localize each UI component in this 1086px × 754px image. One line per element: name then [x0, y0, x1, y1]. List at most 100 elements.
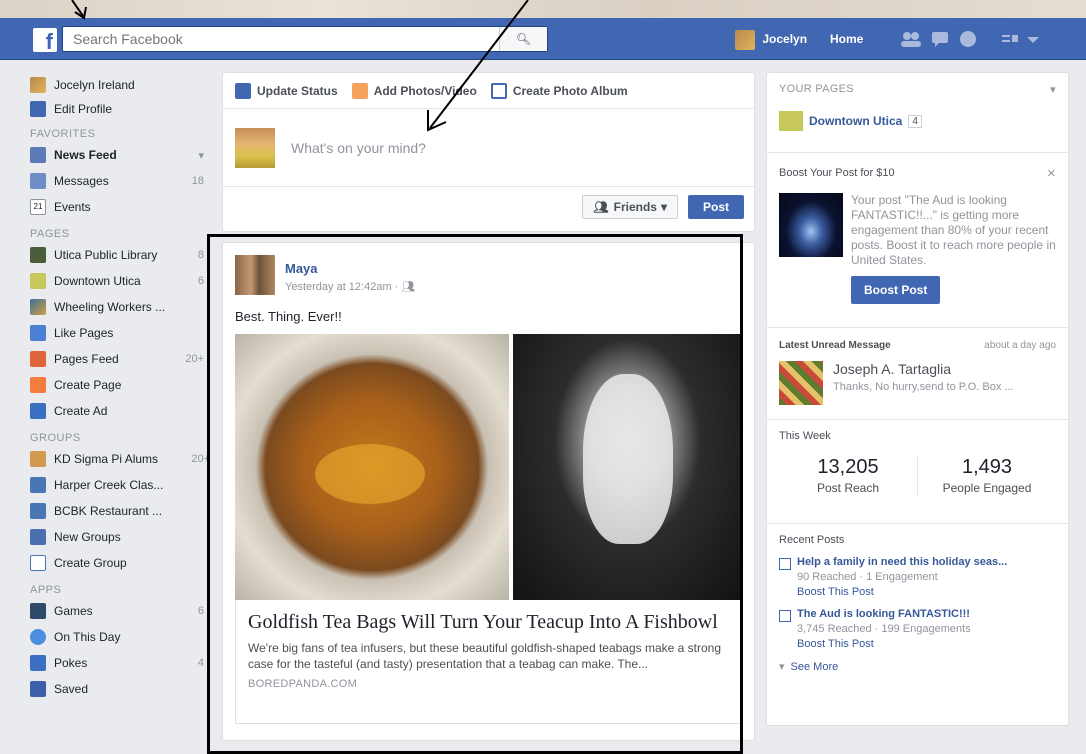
calendar-icon: 21	[30, 199, 46, 215]
sidebar-item-utica-public-library[interactable]: Utica Public Library 8	[30, 242, 210, 268]
sidebar-item-label: Like Pages	[54, 326, 114, 340]
edit-post-icon	[779, 558, 791, 570]
wheeling-workers-page-icon	[30, 299, 46, 315]
pencil-icon	[235, 82, 251, 99]
sidebar-item-pokes[interactable]: Pokes 4	[30, 650, 210, 676]
sidebar-item-on-this-day[interactable]: On This Day	[30, 624, 210, 650]
message-snippet: Thanks, No hurry,send to P.O. Box ...	[833, 381, 1014, 393]
message-sender: Joseph A. Tartaglia	[833, 361, 952, 377]
latest-message-section: Latest Unread Message about a day ago Jos…	[767, 328, 1068, 420]
group-icon	[30, 477, 46, 493]
page-name: Downtown Utica	[809, 114, 903, 128]
composer-footer: 👥︎ Friends ▾ Post	[223, 187, 754, 227]
recent-post-item[interactable]: The Aud is looking FANTASTIC!!! 3,745 Rea…	[779, 608, 1056, 650]
close-icon[interactable]: ✕	[1047, 167, 1056, 180]
sidebar-item-games[interactable]: Games 6	[30, 598, 210, 624]
see-more-link[interactable]: ▾ See More	[779, 660, 1056, 673]
tab-update-status[interactable]: Update Status	[235, 82, 338, 99]
message-item[interactable]: Joseph A. Tartaglia Thanks, No hurry,sen…	[779, 361, 1056, 405]
boost-this-post-link[interactable]: Boost This Post	[797, 586, 1007, 598]
count-badge: 18	[191, 175, 204, 187]
sidebar-item-downtown-utica[interactable]: Downtown Utica 6	[30, 268, 210, 294]
post-thumbnail[interactable]	[779, 193, 843, 257]
notifications-globe-icon[interactable]	[958, 30, 980, 48]
avatar	[235, 127, 275, 168]
privacy-shortcuts-icon[interactable]	[1000, 30, 1022, 48]
sidebar-item-label: Create Page	[54, 378, 122, 392]
page-link-downtown-utica[interactable]: Downtown Utica 4	[779, 111, 1056, 131]
reach-label: Post Reach	[816, 481, 880, 495]
your-pages-header: YOUR PAGES ▾	[779, 83, 1056, 96]
group-icon	[30, 503, 46, 519]
boost-text: Your post "The Aud is looking FANTASTIC!…	[851, 193, 1056, 267]
pages-header: PAGES	[30, 228, 70, 240]
sidebar-item-label: Harper Creek Clas...	[54, 478, 164, 492]
group-icon	[30, 451, 46, 467]
friend-requests-icon[interactable]	[900, 30, 922, 48]
profile-link[interactable]: Jocelyn	[735, 26, 807, 52]
sidebar-item-label: Games	[54, 604, 93, 618]
sidebar-item-messages[interactable]: Messages 18	[30, 168, 210, 194]
sidebar-item-pages-feed[interactable]: Pages Feed 20+	[30, 346, 210, 372]
friends-icon: 👥︎	[593, 200, 609, 214]
sidebar-item-wheeling-workers[interactable]: Wheeling Workers ...	[30, 294, 210, 320]
this-week-header: This Week	[779, 430, 831, 442]
sidebar-item-bcbk-restaurant[interactable]: BCBK Restaurant ...	[30, 498, 210, 524]
tab-add-photos-video[interactable]: Add Photos/Video	[351, 82, 477, 99]
sidebar-item-label: Utica Public Library	[54, 248, 158, 262]
count-badge: 4	[197, 657, 204, 669]
search-box[interactable]: 🔍︎	[62, 26, 548, 52]
sidebar-item-label: Jocelyn Ireland	[54, 78, 135, 92]
avatar	[30, 77, 46, 93]
recent-post-title[interactable]: Help a family in need this holiday seas.…	[797, 556, 1007, 568]
recent-post-title[interactable]: The Aud is looking FANTASTIC!!!	[797, 608, 971, 620]
post-reach-stat[interactable]: 13,205 Post Reach	[779, 456, 918, 495]
messages-icon[interactable]	[930, 30, 952, 48]
chevron-down-icon[interactable]: ▾	[1050, 83, 1056, 96]
count-badge: 8	[197, 249, 204, 261]
search-input[interactable]	[63, 27, 503, 51]
account-menu-chevron-down-icon[interactable]	[1022, 30, 1044, 48]
recent-post-meta: 90 Reached · 1 Engagement	[797, 571, 938, 583]
sidebar-item-saved[interactable]: Saved	[30, 676, 210, 702]
sidebar-item-edit-profile[interactable]: Edit Profile	[30, 98, 210, 120]
library-page-icon	[30, 247, 46, 263]
sidebar-item-create-page[interactable]: Create Page	[30, 372, 210, 398]
boost-post-button[interactable]: Boost Post	[851, 276, 941, 304]
bookmark-icon	[30, 681, 46, 697]
chevron-down-icon[interactable]: ▾	[198, 149, 204, 162]
boost-this-post-link[interactable]: Boost This Post	[797, 638, 971, 650]
boost-post-section: Boost Your Post for $10 ✕ Your post "The …	[767, 153, 1068, 328]
sidebar-item-like-pages[interactable]: Like Pages	[30, 320, 210, 346]
sidebar-item-label: Events	[54, 200, 91, 214]
facebook-logo-icon[interactable]: f	[33, 28, 57, 54]
boost-header: Boost Your Post for $10 ✕	[779, 167, 1056, 180]
groups-header: GROUPS	[30, 432, 81, 444]
sidebar-item-label: BCBK Restaurant ...	[54, 504, 163, 518]
audience-selector-button[interactable]: 👥︎ Friends ▾	[582, 195, 678, 219]
left-sidebar: Jocelyn Ireland Edit Profile FAVORITES N…	[30, 72, 210, 702]
home-link[interactable]: Home	[830, 26, 863, 52]
status-composer: Update Status Add Photos/Video Create Ph…	[222, 72, 755, 232]
sidebar-item-label: Create Group	[54, 556, 127, 570]
status-input-placeholder[interactable]: What's on your mind?	[291, 140, 426, 156]
recent-post-item[interactable]: Help a family in need this holiday seas.…	[779, 556, 1056, 598]
recent-posts-header: Recent Posts	[779, 534, 845, 546]
sidebar-item-news-feed[interactable]: News Feed ▾	[30, 142, 210, 168]
sidebar-item-events[interactable]: 21 Events	[30, 194, 210, 220]
sidebar-item-create-ad[interactable]: Create Ad	[30, 398, 210, 424]
search-icon[interactable]: 🔍︎	[499, 27, 547, 51]
status-input-area[interactable]: What's on your mind?	[223, 109, 754, 187]
sidebar-item-harper-creek[interactable]: Harper Creek Clas...	[30, 472, 210, 498]
chevron-down-icon: ▾	[660, 200, 667, 214]
people-engaged-stat[interactable]: 1,493 People Engaged	[918, 456, 1056, 495]
sidebar-item-create-group[interactable]: Create Group	[30, 550, 210, 576]
post-button[interactable]: Post	[687, 195, 744, 219]
avatar	[779, 361, 823, 405]
sidebar-item-new-groups[interactable]: New Groups	[30, 524, 210, 550]
profile-name: Jocelyn	[762, 32, 808, 46]
tab-create-photo-album[interactable]: Create Photo Album	[490, 82, 628, 99]
sidebar-item-label: Edit Profile	[54, 102, 113, 116]
sidebar-item-profile[interactable]: Jocelyn Ireland	[30, 72, 210, 98]
sidebar-item-kd-sigma-pi[interactable]: KD Sigma Pi Alums 20+	[30, 446, 210, 472]
